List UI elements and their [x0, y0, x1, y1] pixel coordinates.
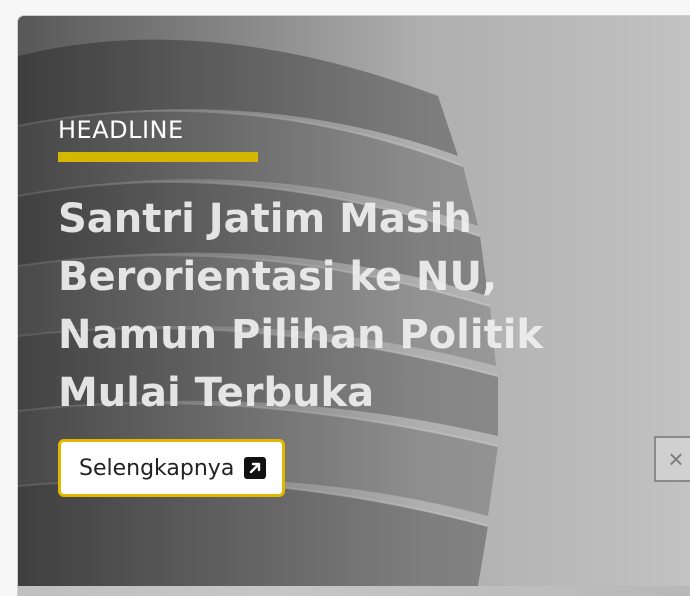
read-more-label: Selengkapnya [79, 455, 235, 481]
headline-kicker: HEADLINE [58, 116, 184, 144]
kicker-underline [58, 152, 258, 162]
read-more-button[interactable]: Selengkapnya [58, 439, 286, 497]
external-link-icon [244, 457, 267, 479]
headline-content: HEADLINE Santri Jatim Masih Berorientasi… [58, 116, 678, 422]
headline-banner: HEADLINE Santri Jatim Masih Berorientasi… [18, 16, 690, 596]
close-button[interactable]: × [654, 436, 690, 482]
headline-title[interactable]: Santri Jatim Masih Berorientasi ke NU, N… [58, 190, 658, 422]
close-icon: × [668, 443, 684, 474]
